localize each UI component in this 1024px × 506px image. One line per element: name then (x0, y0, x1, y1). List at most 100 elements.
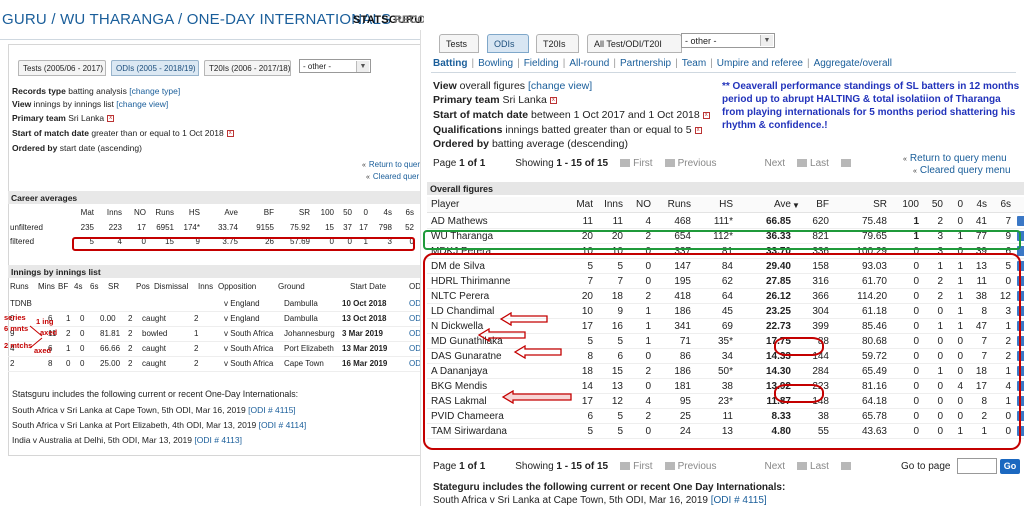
tab-t20is[interactable]: T20Is (2006 - 2017/18) (204, 60, 291, 76)
tab-tests[interactable]: Tests (439, 34, 479, 53)
nav-bowling[interactable]: Bowling (478, 58, 513, 69)
nav-umpire[interactable]: Umpire and referee (717, 58, 803, 69)
odi-link[interactable]: [ODI # 4114] (259, 420, 307, 430)
go-button[interactable]: Go (1000, 459, 1020, 474)
nav-team[interactable]: Team (682, 58, 706, 69)
nav-batting[interactable]: Batting (433, 58, 467, 69)
column-header: Ave (224, 208, 238, 217)
ordered-label: Ordered by (433, 138, 490, 150)
return-query-link[interactable]: «Return to quer (362, 160, 420, 169)
view-value: innings by innings list (33, 99, 114, 109)
remove-icon[interactable]: x (107, 115, 115, 123)
column-header-11: 0 (957, 199, 963, 210)
change-type-link[interactable]: [change type] (129, 86, 180, 96)
cleared-query-link[interactable]: «Cleared quer (366, 172, 419, 181)
return-query-link[interactable]: «Return to query menu (903, 153, 1007, 164)
innings-row: 2 8 0 0 25.00 2 caught 2 v South Africa Cape Town… (8, 359, 423, 372)
records-type-label: Records type (12, 86, 66, 96)
innings-cell-runs: TDNB (10, 299, 32, 308)
right-statsguru-panel: Tests ODIs T20Is All Test/ODI/T20I - oth… (420, 30, 1024, 506)
column-header: 4s (383, 208, 392, 217)
column-header: Inns (106, 208, 122, 217)
career-value: 174* (183, 223, 200, 232)
sort-down-icon: ▼ (792, 201, 800, 210)
nav-fielding[interactable]: Fielding (524, 58, 559, 69)
odi-link[interactable]: [ODI # 4115] (711, 495, 767, 506)
previous-page-link[interactable]: Previous (678, 461, 717, 472)
remove-icon[interactable]: x (702, 111, 710, 119)
other-select[interactable]: - other - ▼ (681, 33, 775, 48)
last-page-link[interactable]: Last (810, 158, 829, 169)
last-page-link[interactable]: Last (810, 461, 829, 472)
remove-icon[interactable]: x (549, 96, 557, 104)
career-value: 9155 (256, 223, 274, 232)
innings-cell-date: 16 Mar 2019 (342, 359, 388, 368)
column-header-5: HS (719, 199, 733, 210)
ordered-line: Ordered by batting average (descending) (433, 138, 628, 150)
stat-value: 0 (957, 216, 963, 227)
stat-value: 620 (812, 216, 829, 227)
column-header-12: 4s (976, 199, 987, 210)
annotation-arrows (29, 325, 43, 349)
career-value: 235 (80, 223, 94, 232)
return-query-text: Return to query menu (909, 153, 1007, 164)
table-row: AD Mathews 11 11 4 468 111* 66.85 620 75.48 1 2 0 41… (427, 214, 1024, 229)
stat-value: 468 (674, 216, 691, 227)
column-header-4: Runs (667, 199, 691, 210)
tab-odis[interactable]: ODIs (487, 34, 529, 53)
cleared-query-link[interactable]: «Cleared query menu (913, 165, 1011, 176)
first-page-link[interactable]: First (633, 461, 652, 472)
start-date-line: Start of match date between 1 Oct 2017 a… (433, 109, 710, 121)
nav-aggregate[interactable]: Aggregate/overall (814, 58, 892, 69)
row-link-icon[interactable] (1017, 216, 1024, 226)
next-page-link[interactable]: Next (764, 461, 785, 472)
first-page-icon (620, 159, 631, 168)
goto-page-input[interactable] (957, 458, 997, 474)
arrow-left-icon (501, 390, 572, 404)
remove-icon[interactable]: x (226, 130, 234, 138)
tab-odis[interactable]: ODIs (2005 - 2018/19) (111, 60, 199, 76)
innings-list-header: Innings by innings list (8, 265, 420, 278)
tab-tests[interactable]: Tests (2005/06 - 2017) (18, 60, 106, 76)
previous-page-link[interactable]: Previous (678, 158, 717, 169)
arrow-left-icon (513, 345, 562, 359)
team-label: Primary team (12, 113, 66, 123)
double-arrow-icon: « (903, 156, 907, 163)
column-header-9: 100 (902, 199, 919, 210)
column-header: 6s (405, 208, 414, 217)
pagination-bottom: Page 1 of 1 Showing 1 - 15 of 15 First Prev… (433, 461, 854, 472)
column-header: Ground (278, 282, 305, 291)
change-view-link[interactable]: [change view] (116, 99, 168, 109)
start-date-label: Start of match date (433, 109, 529, 121)
start-date-value: between 1 Oct 2017 and 1 Oct 2018 (531, 109, 700, 121)
next-page-icon (797, 159, 808, 168)
nav-partnership[interactable]: Partnership (620, 58, 671, 69)
other-select[interactable]: - other - ▼ (299, 59, 371, 73)
first-page-link[interactable]: First (633, 158, 652, 169)
tab-all[interactable]: All Test/ODI/T20I (587, 34, 682, 53)
nav-all-round[interactable]: All-round (569, 58, 609, 69)
ordered-label: Ordered by (12, 143, 58, 153)
odi-link[interactable]: [ODI # 4113] (194, 435, 242, 445)
includes-item: South Africa v Sri Lanka at Cape Town, 5… (12, 405, 296, 415)
innings-cell-sr: 0.00 (100, 314, 116, 323)
records-link[interactable]: RECO (394, 14, 424, 26)
innings-row: 9 11 2 0 81.81 2 bowled 1 v South Africa Johannes… (8, 329, 423, 342)
column-header-8: SR (873, 199, 887, 210)
page-label: Page (433, 158, 457, 169)
view-line: View overall figures [change view] (433, 80, 592, 92)
innings-cell-dis: caught (142, 359, 167, 368)
change-view-link[interactable]: [change view] (528, 80, 592, 92)
column-header: HS (188, 208, 200, 217)
remove-icon[interactable]: x (694, 126, 702, 134)
next-page-link[interactable]: Next (764, 158, 785, 169)
row-label: filtered (10, 237, 35, 246)
goto-page-label: Go to page (901, 461, 951, 472)
innings-cell-dis: bowled (142, 329, 168, 338)
stat-value: 2 (937, 216, 943, 227)
career-value: 52 (405, 223, 414, 232)
tab-t20is[interactable]: T20Is (536, 34, 579, 53)
ordered-value: start date (ascending) (59, 143, 142, 153)
player-name: AD Mathews (431, 216, 488, 227)
odi-link[interactable]: [ODI # 4115] (248, 405, 296, 415)
